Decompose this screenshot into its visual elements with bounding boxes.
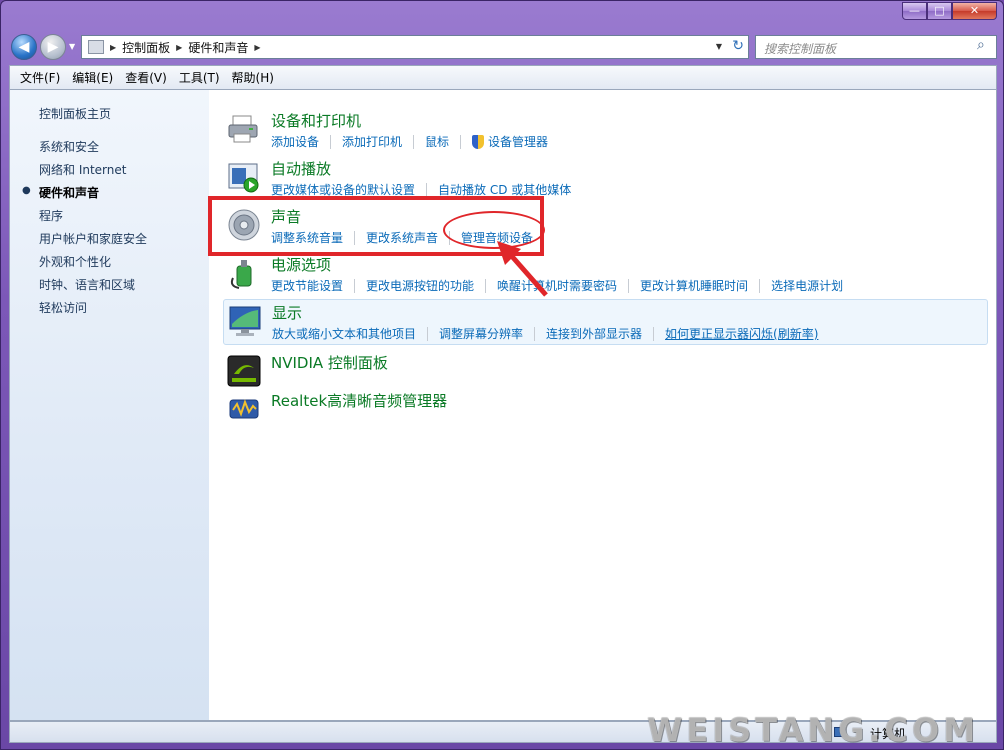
- address-bar[interactable]: ▶ 控制面板 ▶ 硬件和声音 ▶ ▼ ↻: [81, 35, 749, 59]
- divider: [460, 134, 462, 149]
- nvidia-icon: [227, 355, 261, 387]
- menu-edit[interactable]: 编辑(E): [66, 69, 119, 86]
- window-frame: — □ ✕ ◀ ▶ ▼ ▶ 控制面板 ▶ 硬件和声音 ▶ ▼ ↻ 搜索控制面板 …: [0, 0, 1004, 750]
- category-links: 添加设备 添加打印机 鼠标 设备管理器: [271, 133, 548, 150]
- caption-buttons: — □ ✕: [902, 2, 997, 20]
- shield-icon: [472, 134, 485, 149]
- back-button[interactable]: ◀: [11, 34, 37, 60]
- link-add-device[interactable]: 添加设备: [271, 133, 319, 150]
- sidebar-item-hardware-sound[interactable]: 硬件和声音: [39, 184, 99, 201]
- recent-pages-dropdown[interactable]: ▼: [69, 42, 79, 51]
- search-icon[interactable]: ⌕: [977, 37, 991, 53]
- menu-help[interactable]: 帮助(H): [226, 69, 280, 86]
- maximize-button[interactable]: □: [927, 2, 952, 20]
- chevron-right-icon[interactable]: ▶: [254, 43, 260, 52]
- category-title[interactable]: 设备和打印机: [271, 110, 361, 131]
- annotation-arrow-icon: [497, 241, 548, 297]
- divider: [759, 278, 761, 293]
- link-mouse[interactable]: 鼠标: [425, 133, 449, 150]
- breadcrumb-hardware-sound[interactable]: 硬件和声音: [182, 39, 254, 56]
- sidebar-item-user-accounts[interactable]: 用户帐户和家庭安全: [39, 230, 147, 247]
- category-title[interactable]: NVIDIA 控制面板: [271, 352, 388, 373]
- link-power-saving[interactable]: 更改节能设置: [271, 277, 343, 294]
- link-sleep-time[interactable]: 更改计算机睡眠时间: [640, 277, 748, 294]
- sidebar-item-system-security[interactable]: 系统和安全: [39, 138, 99, 155]
- navigation-bar: ◀ ▶ ▼ ▶ 控制面板 ▶ 硬件和声音 ▶ ▼ ↻ 搜索控制面板 ⌕: [9, 32, 997, 62]
- autoplay-icon: [228, 163, 259, 193]
- sidebar-item-clock-region[interactable]: 时钟、语言和区域: [39, 276, 135, 293]
- divider: [330, 134, 332, 149]
- display-icon: [229, 306, 261, 336]
- category-title[interactable]: Realtek高清晰音频管理器: [271, 390, 447, 411]
- link-power-buttons[interactable]: 更改电源按钮的功能: [366, 277, 474, 294]
- link-refresh-rate[interactable]: 如何更正显示器闪烁(刷新率): [665, 325, 818, 342]
- divider: [427, 326, 429, 341]
- link-add-printer[interactable]: 添加打印机: [342, 133, 402, 150]
- watermark: WEISTANG.COM: [647, 711, 979, 749]
- category-realtek: Realtek高清晰音频管理器: [223, 388, 988, 424]
- close-button[interactable]: ✕: [952, 2, 997, 20]
- search-input[interactable]: 搜索控制面板: [755, 35, 997, 59]
- divider: [534, 326, 536, 341]
- category-devices-printers: 设备和打印机 添加设备 添加打印机 鼠标 设备管理器: [223, 108, 988, 154]
- category-title[interactable]: 电源选项: [271, 254, 331, 275]
- content-area: 控制面板主页 系统和安全 网络和 Internet ● 硬件和声音 程序 用户帐…: [9, 89, 997, 721]
- sidebar-item-programs[interactable]: 程序: [39, 207, 63, 224]
- category-display: 显示 放大或缩小文本和其他项目 调整屏幕分辨率 连接到外部显示器 如何更正显示器…: [223, 299, 988, 345]
- menu-bar: 文件(F) 编辑(E) 查看(V) 工具(T) 帮助(H): [9, 65, 997, 89]
- category-links: 放大或缩小文本和其他项目 调整屏幕分辨率 连接到外部显示器 如何更正显示器闪烁(…: [272, 325, 818, 342]
- minimize-button[interactable]: —: [902, 2, 927, 20]
- divider: [426, 182, 428, 197]
- power-icon: [230, 260, 252, 289]
- sidebar-item-appearance[interactable]: 外观和个性化: [39, 253, 111, 270]
- category-power-options: 电源选项 更改节能设置 更改电源按钮的功能 唤醒计算机时需要密码 更改计算机睡眠…: [223, 252, 988, 298]
- main-panel: 设备和打印机 添加设备 添加打印机 鼠标 设备管理器 自动播放 更改媒体或设备的…: [209, 90, 996, 720]
- address-dropdown-icon[interactable]: ▼: [716, 42, 722, 51]
- link-screen-resolution[interactable]: 调整屏幕分辨率: [439, 325, 523, 342]
- category-nvidia: NVIDIA 控制面板: [223, 350, 988, 387]
- link-text-size[interactable]: 放大或缩小文本和其他项目: [272, 325, 416, 342]
- sidebar-item-home[interactable]: 控制面板主页: [39, 105, 111, 122]
- printer-icon: [228, 115, 258, 143]
- menu-tools[interactable]: 工具(T): [173, 69, 226, 86]
- realtek-icon: [229, 399, 259, 419]
- breadcrumb-control-panel[interactable]: 控制面板: [116, 39, 176, 56]
- link-device-manager[interactable]: 设备管理器: [488, 133, 548, 150]
- divider: [354, 278, 356, 293]
- link-power-plan[interactable]: 选择电源计划: [771, 277, 843, 294]
- divider: [413, 134, 415, 149]
- sidebar-item-ease-of-access[interactable]: 轻松访问: [39, 299, 87, 316]
- sidebar: 控制面板主页 系统和安全 网络和 Internet ● 硬件和声音 程序 用户帐…: [10, 90, 209, 720]
- forward-button[interactable]: ▶: [40, 34, 66, 60]
- control-panel-icon: [88, 40, 104, 54]
- menu-file[interactable]: 文件(F): [14, 69, 66, 86]
- category-title[interactable]: 显示: [272, 302, 302, 323]
- sidebar-item-network[interactable]: 网络和 Internet: [39, 161, 126, 178]
- divider: [653, 326, 655, 341]
- menu-view[interactable]: 查看(V): [119, 69, 173, 86]
- active-bullet-icon: ●: [22, 185, 31, 196]
- divider: [485, 278, 487, 293]
- divider: [628, 278, 630, 293]
- link-external-display[interactable]: 连接到外部显示器: [546, 325, 642, 342]
- category-title[interactable]: 自动播放: [271, 158, 331, 179]
- refresh-icon[interactable]: ↻: [732, 38, 744, 54]
